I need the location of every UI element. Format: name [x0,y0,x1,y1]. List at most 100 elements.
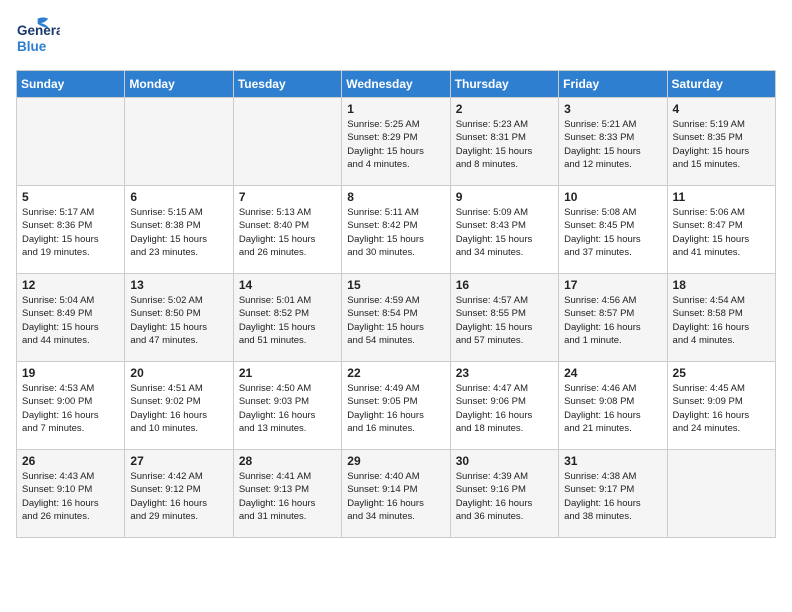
day-info: Sunrise: 4:54 AM Sunset: 8:58 PM Dayligh… [673,294,770,347]
calendar-cell: 31 Sunrise: 4:38 AM Sunset: 9:17 PM Dayli… [559,450,667,538]
day-info: Sunrise: 4:45 AM Sunset: 9:09 PM Dayligh… [673,382,770,435]
weekday-header: Monday [125,71,233,98]
svg-text:Blue: Blue [17,39,47,54]
day-number: 14 [239,278,336,292]
calendar-cell: 18 Sunrise: 4:54 AM Sunset: 8:58 PM Dayli… [667,274,775,362]
calendar-cell: 11 Sunrise: 5:06 AM Sunset: 8:47 PM Dayli… [667,186,775,274]
day-number: 8 [347,190,444,204]
day-info: Sunrise: 4:47 AM Sunset: 9:06 PM Dayligh… [456,382,553,435]
day-number: 11 [673,190,770,204]
day-info: Sunrise: 4:38 AM Sunset: 9:17 PM Dayligh… [564,470,661,523]
day-number: 16 [456,278,553,292]
calendar-cell: 10Sunrise: 5:08 AM Sunset: 8:45 PM Dayli… [559,186,667,274]
calendar-week-row: 5Sunrise: 5:17 AM Sunset: 8:36 PM Daylig… [17,186,776,274]
day-info: Sunrise: 5:08 AM Sunset: 8:45 PM Dayligh… [564,206,661,259]
day-info: Sunrise: 5:04 AM Sunset: 8:49 PM Dayligh… [22,294,119,347]
day-info: Sunrise: 4:46 AM Sunset: 9:08 PM Dayligh… [564,382,661,435]
day-number: 18 [673,278,770,292]
day-number: 24 [564,366,661,380]
day-info: Sunrise: 5:25 AM Sunset: 8:29 PM Dayligh… [347,118,444,171]
day-info: Sunrise: 5:11 AM Sunset: 8:42 PM Dayligh… [347,206,444,259]
calendar-cell: 13 Sunrise: 5:02 AM Sunset: 8:50 PM Dayli… [125,274,233,362]
calendar-cell: 16Sunrise: 4:57 AM Sunset: 8:55 PM Dayli… [450,274,558,362]
calendar-cell: 7 Sunrise: 5:13 AM Sunset: 8:40 PM Daylig… [233,186,341,274]
day-number: 2 [456,102,553,116]
calendar-cell [667,450,775,538]
day-number: 13 [130,278,227,292]
day-number: 26 [22,454,119,468]
day-info: Sunrise: 5:23 AM Sunset: 8:31 PM Dayligh… [456,118,553,171]
calendar-cell: 19 Sunrise: 4:53 AM Sunset: 9:00 PM Dayli… [17,362,125,450]
calendar-cell: 21 Sunrise: 4:50 AM Sunset: 9:03 PM Dayli… [233,362,341,450]
day-number: 4 [673,102,770,116]
weekday-header: Saturday [667,71,775,98]
calendar-cell: 15 Sunrise: 4:59 AM Sunset: 8:54 PM Dayli… [342,274,450,362]
day-number: 28 [239,454,336,468]
calendar-cell: 27 Sunrise: 4:42 AM Sunset: 9:12 PM Dayli… [125,450,233,538]
day-number: 15 [347,278,444,292]
calendar-week-row: 12 Sunrise: 5:04 AM Sunset: 8:49 PM Dayli… [17,274,776,362]
calendar-cell [17,98,125,186]
weekday-header: Wednesday [342,71,450,98]
day-number: 29 [347,454,444,468]
calendar-cell [233,98,341,186]
day-number: 31 [564,454,661,468]
calendar-week-row: 26 Sunrise: 4:43 AM Sunset: 9:10 PM Dayli… [17,450,776,538]
day-number: 23 [456,366,553,380]
calendar-cell: 23 Sunrise: 4:47 AM Sunset: 9:06 PM Dayli… [450,362,558,450]
weekday-header-row: SundayMondayTuesdayWednesdayThursdayFrid… [17,71,776,98]
calendar-week-row: 19 Sunrise: 4:53 AM Sunset: 9:00 PM Dayli… [17,362,776,450]
day-info: Sunrise: 4:59 AM Sunset: 8:54 PM Dayligh… [347,294,444,347]
day-number: 25 [673,366,770,380]
day-info: Sunrise: 5:19 AM Sunset: 8:35 PM Dayligh… [673,118,770,171]
day-info: Sunrise: 5:13 AM Sunset: 8:40 PM Dayligh… [239,206,336,259]
calendar-cell: 26 Sunrise: 4:43 AM Sunset: 9:10 PM Dayli… [17,450,125,538]
day-info: Sunrise: 5:09 AM Sunset: 8:43 PM Dayligh… [456,206,553,259]
day-info: Sunrise: 4:43 AM Sunset: 9:10 PM Dayligh… [22,470,119,523]
calendar-week-row: 1 Sunrise: 5:25 AM Sunset: 8:29 PM Daylig… [17,98,776,186]
calendar-cell: 3Sunrise: 5:21 AM Sunset: 8:33 PM Daylig… [559,98,667,186]
day-number: 12 [22,278,119,292]
day-info: Sunrise: 4:53 AM Sunset: 9:00 PM Dayligh… [22,382,119,435]
day-number: 7 [239,190,336,204]
day-number: 1 [347,102,444,116]
calendar-cell: 24 Sunrise: 4:46 AM Sunset: 9:08 PM Dayli… [559,362,667,450]
day-info: Sunrise: 4:56 AM Sunset: 8:57 PM Dayligh… [564,294,661,347]
day-number: 3 [564,102,661,116]
day-number: 21 [239,366,336,380]
calendar-cell: 12 Sunrise: 5:04 AM Sunset: 8:49 PM Dayli… [17,274,125,362]
calendar-cell: 8 Sunrise: 5:11 AM Sunset: 8:42 PM Daylig… [342,186,450,274]
calendar-cell: 1 Sunrise: 5:25 AM Sunset: 8:29 PM Daylig… [342,98,450,186]
calendar-cell [125,98,233,186]
day-number: 19 [22,366,119,380]
day-info: Sunrise: 5:01 AM Sunset: 8:52 PM Dayligh… [239,294,336,347]
calendar-cell: 29 Sunrise: 4:40 AM Sunset: 9:14 PM Dayli… [342,450,450,538]
logo-bird-icon: General Blue [16,16,60,60]
day-info: Sunrise: 4:39 AM Sunset: 9:16 PM Dayligh… [456,470,553,523]
day-info: Sunrise: 4:42 AM Sunset: 9:12 PM Dayligh… [130,470,227,523]
svg-text:General: General [17,23,60,38]
calendar-cell: 28 Sunrise: 4:41 AM Sunset: 9:13 PM Dayli… [233,450,341,538]
day-number: 5 [22,190,119,204]
weekday-header: Sunday [17,71,125,98]
weekday-header: Friday [559,71,667,98]
calendar-cell: 30Sunrise: 4:39 AM Sunset: 9:16 PM Dayli… [450,450,558,538]
calendar-table: SundayMondayTuesdayWednesdayThursdayFrid… [16,70,776,538]
day-info: Sunrise: 4:50 AM Sunset: 9:03 PM Dayligh… [239,382,336,435]
day-number: 17 [564,278,661,292]
day-info: Sunrise: 5:02 AM Sunset: 8:50 PM Dayligh… [130,294,227,347]
day-info: Sunrise: 5:06 AM Sunset: 8:47 PM Dayligh… [673,206,770,259]
calendar-cell: 20Sunrise: 4:51 AM Sunset: 9:02 PM Dayli… [125,362,233,450]
calendar-cell: 2 Sunrise: 5:23 AM Sunset: 8:31 PM Daylig… [450,98,558,186]
calendar-cell: 4 Sunrise: 5:19 AM Sunset: 8:35 PM Daylig… [667,98,775,186]
day-number: 27 [130,454,227,468]
calendar-cell: 6Sunrise: 5:15 AM Sunset: 8:38 PM Daylig… [125,186,233,274]
page-header: General Blue [16,16,776,60]
calendar-cell: 5Sunrise: 5:17 AM Sunset: 8:36 PM Daylig… [17,186,125,274]
calendar-cell: 9Sunrise: 5:09 AM Sunset: 8:43 PM Daylig… [450,186,558,274]
day-info: Sunrise: 5:15 AM Sunset: 8:38 PM Dayligh… [130,206,227,259]
day-info: Sunrise: 4:40 AM Sunset: 9:14 PM Dayligh… [347,470,444,523]
day-info: Sunrise: 4:41 AM Sunset: 9:13 PM Dayligh… [239,470,336,523]
logo-svg: General Blue [16,16,60,60]
logo: General Blue [16,16,60,60]
